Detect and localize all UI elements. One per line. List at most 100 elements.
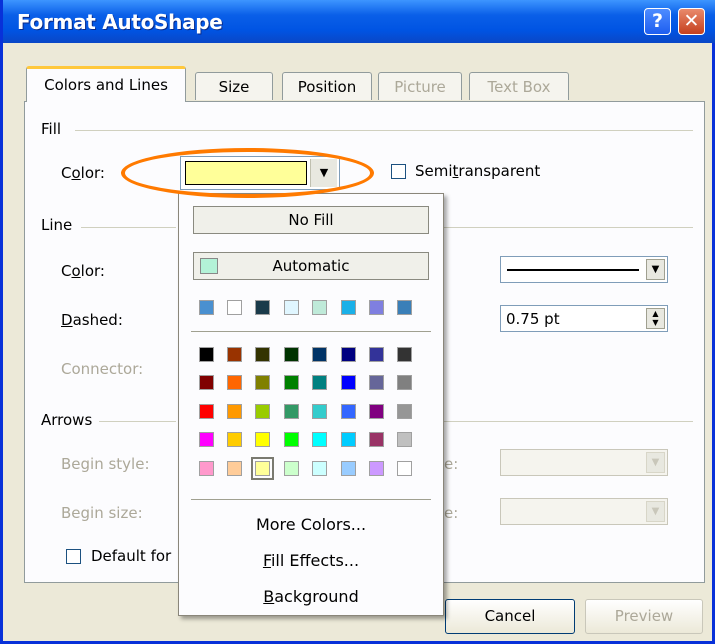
palette-color-cell[interactable]: [284, 461, 299, 476]
scheme-color-cell[interactable]: [369, 300, 384, 315]
arrows-group-label: Arrows: [41, 411, 93, 429]
palette-color-cell[interactable]: [312, 461, 327, 476]
line-group-label: Line: [41, 216, 73, 234]
palette-color-cell[interactable]: [199, 347, 214, 362]
automatic-label: Automatic: [272, 257, 350, 275]
palette-color-cell[interactable]: [284, 404, 299, 419]
scheme-color-cell[interactable]: [284, 300, 299, 315]
palette-color-cell[interactable]: [312, 404, 327, 419]
line-divider-left: [81, 227, 176, 228]
palette-color-cell[interactable]: [397, 461, 412, 476]
arrows-divider-left: [99, 421, 176, 422]
palette-color-cell[interactable]: [312, 347, 327, 362]
palette-color-cell[interactable]: [312, 375, 327, 390]
palette-color-cell[interactable]: [341, 404, 356, 419]
palette-color-cell[interactable]: [255, 375, 270, 390]
end-style-dropdown: ▼: [500, 449, 668, 476]
palette-color-cell[interactable]: [284, 375, 299, 390]
palette-color-cell[interactable]: [199, 404, 214, 419]
no-fill-button[interactable]: No Fill: [193, 206, 429, 234]
palette-separator-top: [191, 331, 431, 332]
palette-color-cell[interactable]: [227, 461, 242, 476]
palette-color-cell[interactable]: [397, 375, 412, 390]
line-weight-spinner[interactable]: 0.75 pt ▲ ▼: [500, 305, 668, 332]
end-size-label: e:: [444, 504, 459, 522]
chevron-down-icon[interactable]: ▼: [646, 259, 665, 280]
begin-size-label: Begin size:: [61, 504, 143, 522]
window-title: Format AutoShape: [17, 10, 223, 34]
default-checkbox-label: Default for: [91, 547, 172, 565]
palette-color-cell[interactable]: [369, 404, 384, 419]
palette-color-cell[interactable]: [341, 347, 356, 362]
semitransparent-checkbox[interactable]: [391, 164, 406, 179]
fill-effects-item[interactable]: Fill Effects...: [179, 551, 443, 570]
palette-color-cell[interactable]: [199, 375, 214, 390]
palette-color-cell[interactable]: [369, 461, 384, 476]
title-bar[interactable]: Format AutoShape ? ✕: [3, 0, 715, 43]
dashed-label: Dashed:: [61, 311, 123, 329]
automatic-button[interactable]: Automatic: [193, 252, 429, 280]
line-divider-right: [444, 227, 693, 228]
semitransparent-label: Semitransparent: [415, 162, 541, 180]
line-color-label: Color:: [61, 262, 105, 280]
background-item[interactable]: Background: [179, 587, 443, 606]
cancel-button[interactable]: Cancel: [445, 599, 575, 634]
palette-color-cell[interactable]: [369, 375, 384, 390]
palette-color-cell[interactable]: [199, 461, 214, 476]
begin-style-label: Begin style:: [61, 455, 150, 473]
palette-color-cell[interactable]: [369, 432, 384, 447]
spinner-icon[interactable]: ▲ ▼: [646, 308, 665, 329]
tab-size[interactable]: Size: [195, 72, 273, 100]
format-autoshape-dialog: Format AutoShape ? ✕ Colors and Lines Si…: [0, 0, 715, 644]
highlight-oval: [121, 148, 374, 198]
more-colors-item[interactable]: More Colors...: [179, 515, 443, 534]
palette-color-cell[interactable]: [341, 461, 356, 476]
chevron-down-icon: ▼: [646, 452, 665, 473]
palette-color-cell[interactable]: [255, 347, 270, 362]
palette-color-cell[interactable]: [341, 432, 356, 447]
palette-color-cell[interactable]: [227, 404, 242, 419]
close-icon[interactable]: ✕: [678, 8, 705, 35]
tab-position[interactable]: Position: [282, 72, 372, 100]
automatic-color-swatch: [200, 258, 218, 274]
palette-color-cell[interactable]: [199, 432, 214, 447]
tab-colors-and-lines[interactable]: Colors and Lines: [26, 66, 186, 102]
scheme-color-cell[interactable]: [341, 300, 356, 315]
default-checkbox[interactable]: [66, 549, 81, 564]
palette-color-cell[interactable]: [284, 347, 299, 362]
palette-color-cell[interactable]: [397, 347, 412, 362]
fill-group-label: Fill: [41, 120, 62, 138]
arrows-divider-right: [444, 421, 693, 422]
scheme-color-cell[interactable]: [397, 300, 412, 315]
palette-color-cell[interactable]: [251, 457, 274, 480]
palette-color-cell[interactable]: [284, 432, 299, 447]
palette-color-cell[interactable]: [227, 347, 242, 362]
palette-color-cell[interactable]: [255, 432, 270, 447]
fill-color-popup: No Fill Automatic More Colors... Fill Ef…: [178, 193, 444, 616]
preview-button: Preview: [585, 599, 703, 634]
palette-color-cell[interactable]: [255, 404, 270, 419]
help-icon[interactable]: ?: [644, 8, 671, 35]
scheme-color-cell[interactable]: [255, 300, 270, 315]
palette-color-cell[interactable]: [341, 375, 356, 390]
palette-color-cell[interactable]: [397, 432, 412, 447]
tab-picture: Picture: [378, 72, 462, 100]
palette-color-cell[interactable]: [369, 347, 384, 362]
connector-label: Connector:: [61, 360, 144, 378]
fill-divider: [75, 130, 693, 131]
chevron-down-icon: ▼: [646, 501, 665, 522]
palette-color-cell[interactable]: [397, 404, 412, 419]
end-size-dropdown: ▼: [500, 498, 668, 525]
scheme-color-cell[interactable]: [227, 300, 242, 315]
line-style-dropdown[interactable]: ▼: [500, 256, 668, 283]
line-style-preview: [507, 269, 639, 271]
end-style-label: e:: [444, 455, 459, 473]
palette-color-cell[interactable]: [227, 432, 242, 447]
palette-color-cell[interactable]: [227, 375, 242, 390]
scheme-color-cell[interactable]: [199, 300, 214, 315]
scheme-color-cell[interactable]: [312, 300, 327, 315]
line-weight-value: 0.75 pt: [506, 310, 560, 328]
palette-color-cell[interactable]: [312, 432, 327, 447]
fill-color-label: Color:: [61, 164, 105, 182]
tab-text-box: Text Box: [469, 72, 569, 100]
